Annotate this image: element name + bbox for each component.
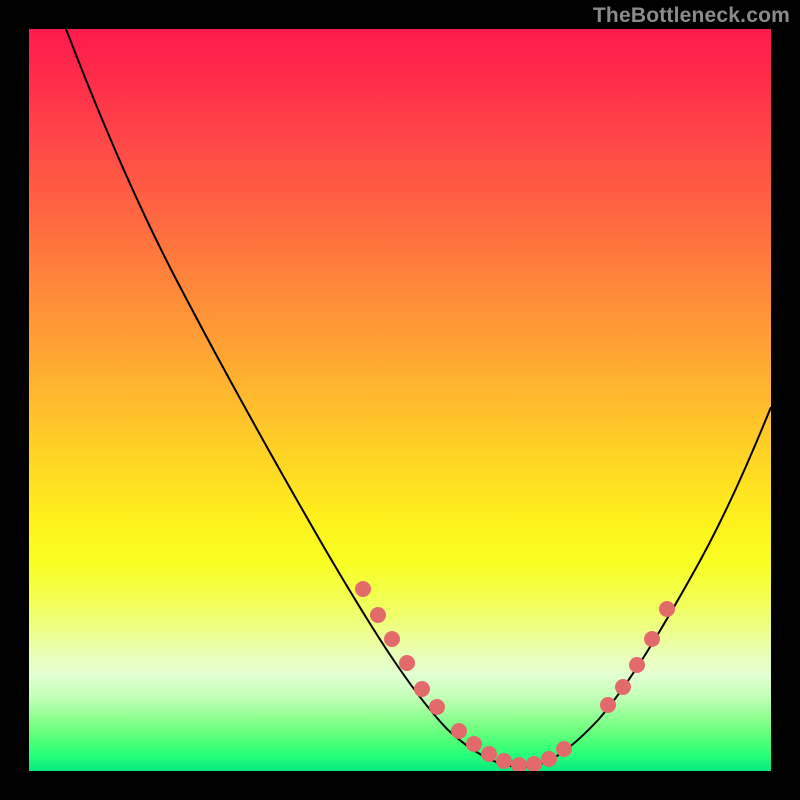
plot-area <box>29 29 771 771</box>
bottleneck-curve <box>66 29 771 767</box>
chart-svg <box>29 29 771 771</box>
chart-frame: TheBottleneck.com <box>0 0 800 800</box>
watermark-text: TheBottleneck.com <box>593 4 790 28</box>
marker-right-cluster <box>600 601 675 713</box>
marker-left-cluster <box>355 581 445 715</box>
marker-bottom-cluster <box>451 723 572 771</box>
